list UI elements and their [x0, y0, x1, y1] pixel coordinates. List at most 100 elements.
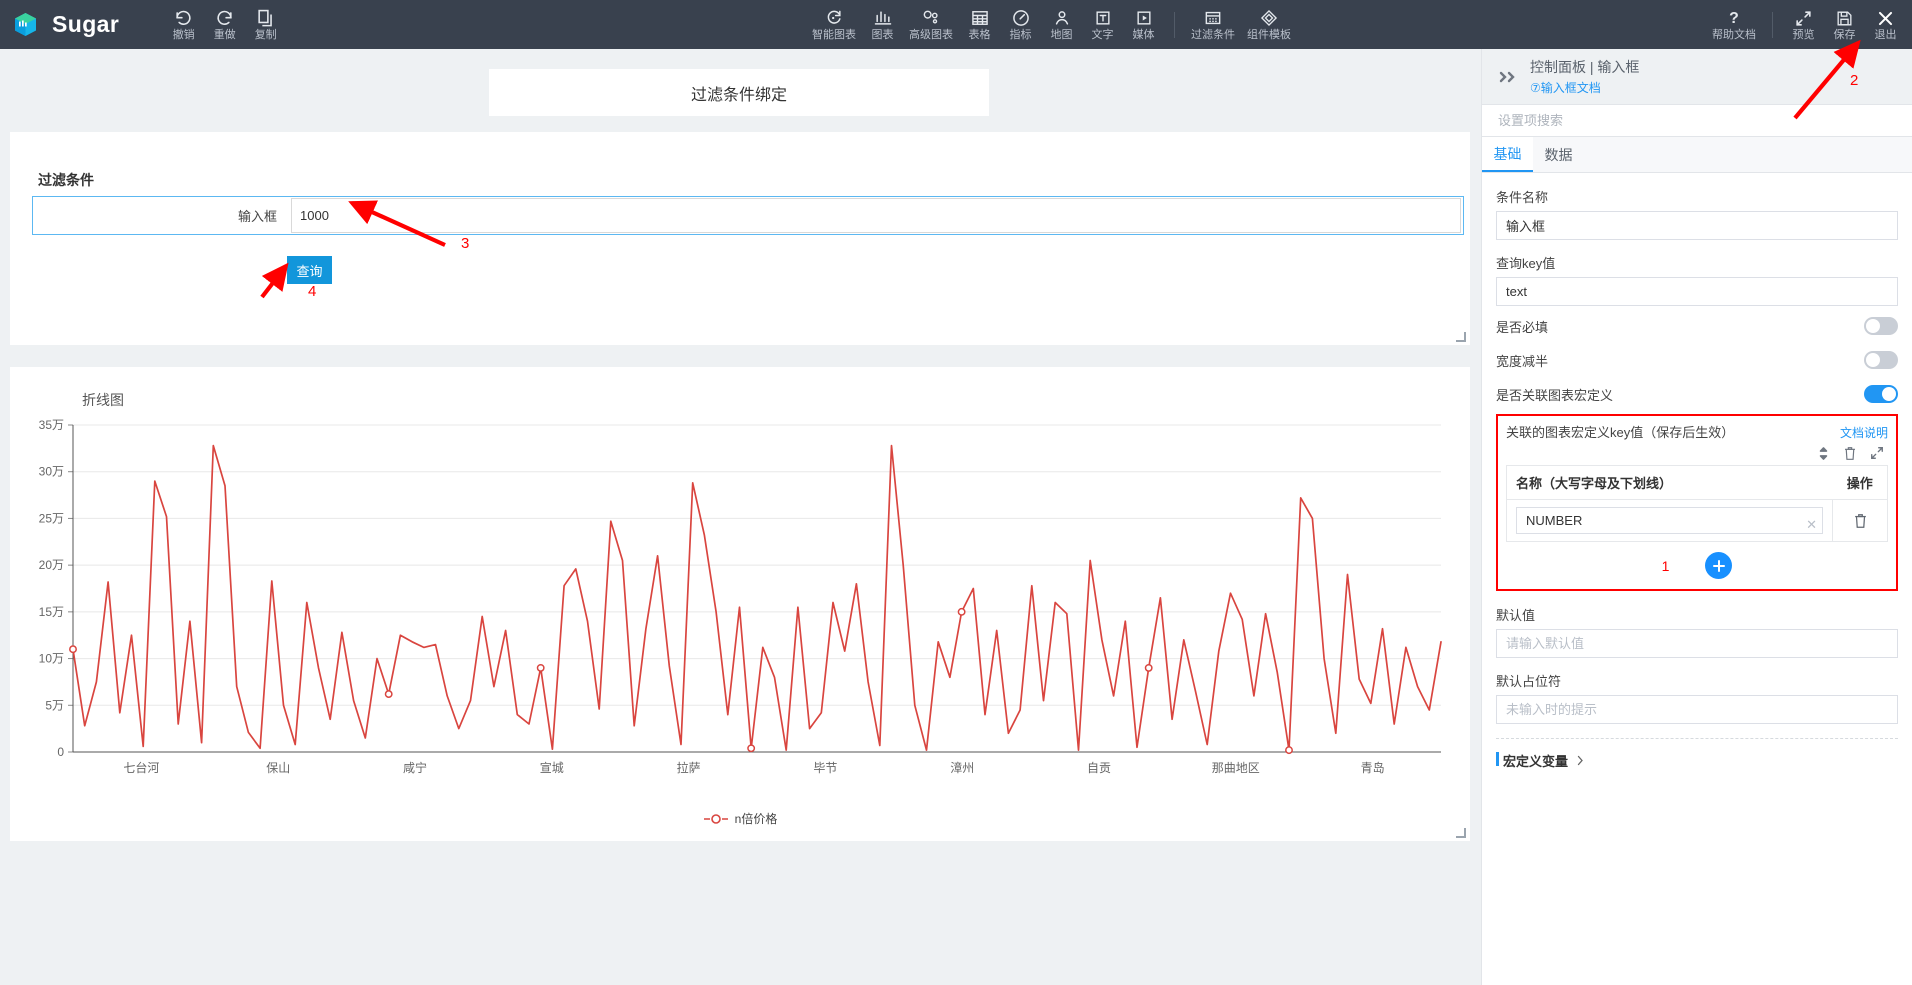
toolbar-label-media: 媒体 [1132, 29, 1155, 41]
macro-add-button[interactable] [1705, 552, 1733, 579]
svg-text:5万: 5万 [45, 698, 64, 712]
annotation-number-3: 3 [461, 235, 470, 252]
toolbar-item-advanced-chart[interactable]: 高级图表 [903, 2, 959, 48]
filter-card-resize-handle[interactable] [1456, 332, 1466, 342]
toolbar-label-map: 地图 [1050, 29, 1073, 41]
settings-panel: 控制面板 | 输入框 ⑦输入框文档 基础 数据 条件名称 查询key值 是否必填… [1481, 49, 1912, 985]
exit-button[interactable]: 退出 [1865, 2, 1906, 48]
undo-label: 撤销 [172, 29, 195, 41]
macro-name-input[interactable] [1516, 507, 1823, 534]
annotation-number-2: 2 [1850, 72, 1859, 89]
trash-icon[interactable] [1843, 446, 1857, 461]
chart-legend[interactable]: n倍价格 [10, 810, 1470, 827]
macro-col-action: 操作 [1832, 465, 1888, 500]
filter-field-row[interactable]: 输入框 [32, 196, 1464, 235]
toolbar-item-table[interactable]: 表格 [959, 2, 1000, 48]
panel-header: 控制面板 | 输入框 ⑦输入框文档 [1482, 49, 1912, 105]
half-width-switch-label: 宽度减半 [1496, 353, 1549, 369]
line-chart-card[interactable]: 折线图 0 5万 10万 15万 20万 25万 30万 35万 七台河 保山 咸宁 宣城 拉萨 毕节 漳州… [10, 367, 1470, 841]
actions-divider [1772, 11, 1773, 38]
help-doc-button[interactable]: ? 帮助文档 [1706, 2, 1762, 48]
help-doc-label: 帮助文档 [1712, 29, 1756, 41]
macro-title: 关联的图表宏定义key值（保存后生效） [1506, 425, 1735, 440]
tab-basic[interactable]: 基础 [1482, 137, 1533, 172]
text-icon [1093, 7, 1113, 28]
query-key-label: 查询key值 [1496, 256, 1556, 271]
macro-link-switch-row: 是否关联图表宏定义 [1496, 380, 1898, 408]
condition-name-label: 条件名称 [1496, 190, 1549, 205]
copy-icon [256, 7, 275, 28]
toolbar-item-media[interactable]: 媒体 [1123, 2, 1164, 48]
default-value-input[interactable] [1496, 629, 1898, 658]
macro-link-toggle[interactable] [1864, 385, 1898, 403]
expand-diagonal-icon[interactable] [1870, 446, 1884, 461]
toolbar-label-metric: 指标 [1009, 29, 1032, 41]
filter-panel-icon [1203, 7, 1223, 28]
gauge-icon [1011, 7, 1031, 28]
query-button[interactable]: 查询 [287, 256, 332, 284]
toolbar-item-smart-chart[interactable]: 智能图表 [806, 2, 862, 48]
filter-field-label: 输入框 [237, 209, 277, 224]
chart-card-resize-handle[interactable] [1456, 828, 1466, 838]
legend-label: n倍价格 [734, 812, 778, 826]
title-card[interactable]: 过滤条件绑定 [489, 69, 989, 116]
clear-x-icon[interactable]: ✕ [1806, 517, 1817, 533]
panel-search[interactable] [1482, 105, 1912, 137]
toolbar-label-filter: 过滤条件 [1191, 29, 1235, 41]
double-chevron-right-icon[interactable] [1498, 69, 1518, 85]
sort-updown-icon[interactable] [1817, 446, 1830, 461]
filter-text-input[interactable] [291, 198, 1461, 233]
toolbar-item-map[interactable]: 地图 [1041, 2, 1082, 48]
panel-header-texts: 控制面板 | 输入框 ⑦输入框文档 [1530, 57, 1639, 96]
macro-table-head: 名称（大写字母及下划线） 操作 [1506, 465, 1888, 500]
history-tools: 撤销 重做 复制 [163, 2, 286, 48]
toolbar-actions: ? 帮助文档 预览 保存 退出 [1706, 0, 1906, 49]
panel-tabs: 基础 数据 [1482, 137, 1912, 173]
macro-toolbar [1506, 446, 1884, 461]
toolbar-item-filter[interactable]: 过滤条件 [1185, 2, 1241, 48]
line-chart-svg: 0 5万 10万 15万 20万 25万 30万 35万七台河 保山 咸宁 宣城 拉萨 毕节 漳州 自贡 那曲… [39, 418, 1442, 775]
annotation-number-4: 4 [308, 283, 317, 300]
redo-button[interactable]: 重做 [204, 2, 245, 48]
panel-doc-link[interactable]: ⑦输入框文档 [1530, 79, 1639, 96]
macro-variable-section[interactable]: 宏定义变量 [1496, 751, 1898, 770]
title-card-text: 过滤条件绑定 [690, 86, 787, 104]
macro-doc-link[interactable]: 文档说明 [1840, 424, 1888, 441]
toolbar-item-component-template[interactable]: 组件模板 [1241, 2, 1297, 48]
row-trash-icon[interactable] [1842, 513, 1878, 529]
settings-search-input[interactable] [1498, 113, 1896, 128]
sugar-cube-logo [12, 11, 39, 38]
bar-chart-icon [873, 7, 893, 28]
undo-button[interactable]: 撤销 [163, 2, 204, 48]
panel-divider [1496, 738, 1898, 739]
copy-label: 复制 [254, 29, 277, 41]
svg-text:?: ? [1729, 10, 1739, 27]
default-value-label: 默认值 [1496, 608, 1536, 623]
toolbar-label-component-template: 组件模板 [1247, 29, 1291, 41]
toolbar-item-chart[interactable]: 图表 [862, 2, 903, 48]
filter-condition-card[interactable]: 过滤条件 输入框 查询 [10, 132, 1470, 345]
toolbar-item-metric[interactable]: 指标 [1000, 2, 1041, 48]
question-mark-icon: ? [1724, 7, 1744, 28]
copy-button[interactable]: 复制 [245, 2, 286, 48]
save-label: 保存 [1833, 29, 1856, 41]
required-toggle[interactable] [1864, 317, 1898, 335]
advanced-chart-icon [921, 7, 941, 28]
macro-table: 名称（大写字母及下划线） 操作 ✕ [1506, 465, 1888, 542]
macro-table-header-row: 名称（大写字母及下划线） 操作 [1506, 465, 1888, 500]
macro-link-switch-label: 是否关联图表宏定义 [1496, 387, 1614, 403]
condition-name-input[interactable] [1496, 211, 1898, 240]
media-icon [1134, 7, 1154, 28]
macro-action-cell [1832, 499, 1888, 542]
query-key-input[interactable] [1496, 277, 1898, 306]
tab-data[interactable]: 数据 [1533, 137, 1584, 172]
legend-marker-icon [703, 813, 729, 825]
preview-button[interactable]: 预览 [1783, 2, 1824, 48]
svg-text:自贡: 自贡 [1087, 761, 1111, 775]
placeholder-input[interactable] [1496, 695, 1898, 724]
toolbar-item-text[interactable]: 文字 [1082, 2, 1123, 48]
save-button[interactable]: 保存 [1824, 2, 1865, 48]
half-width-switch-row: 宽度减半 [1496, 346, 1898, 374]
svg-text:青岛: 青岛 [1361, 760, 1385, 775]
half-width-toggle[interactable] [1864, 351, 1898, 369]
